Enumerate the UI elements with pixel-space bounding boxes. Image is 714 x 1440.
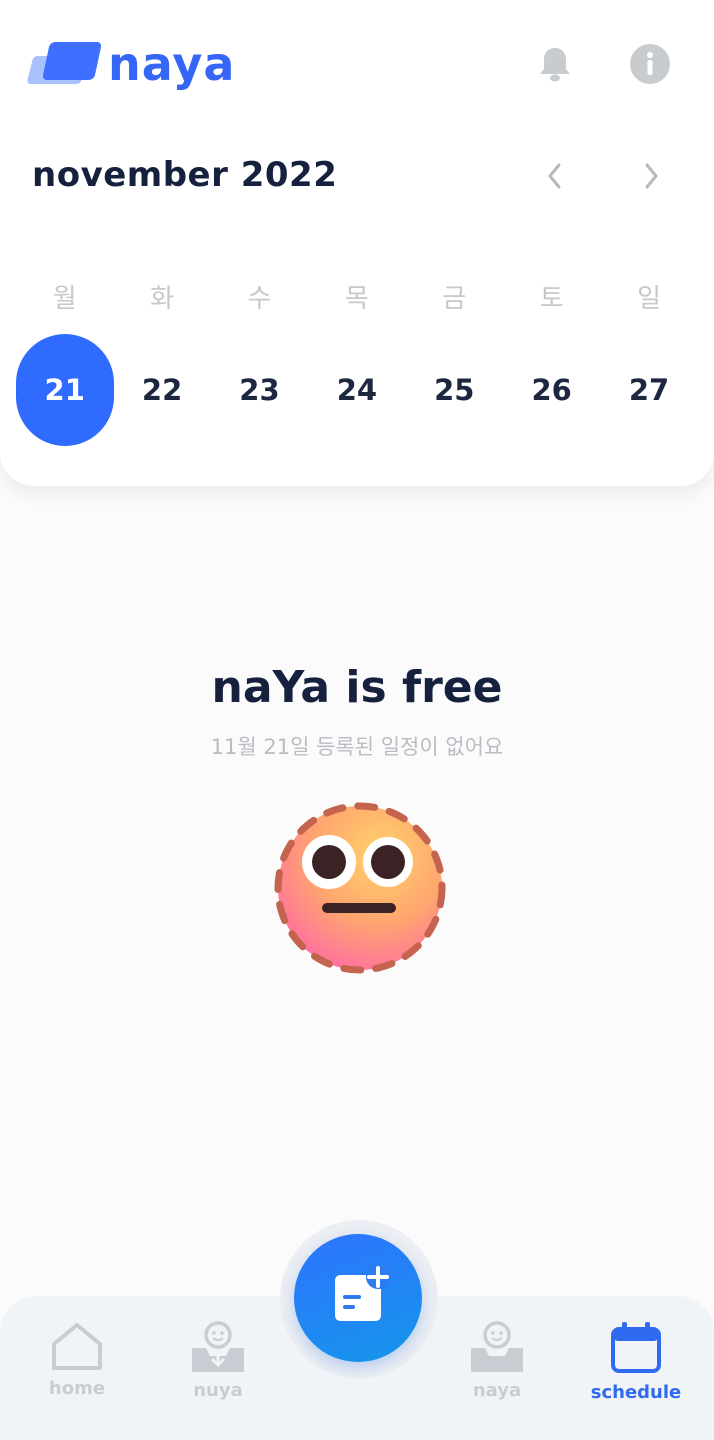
day-number[interactable]: 26: [503, 334, 601, 446]
calendar-header-card: naya november 2022 월 21 화 22 수 23 목 24 금…: [0, 0, 714, 486]
add-note-icon: [335, 1265, 390, 1321]
nav-naya-label: naya: [472, 1380, 522, 1401]
day-number[interactable]: 23: [210, 334, 308, 446]
day-number[interactable]: 21: [15, 334, 114, 446]
empty-state-title: naYa is free: [211, 662, 503, 713]
info-icon: [630, 44, 670, 84]
info-button[interactable]: [622, 36, 678, 92]
day-number[interactable]: 27: [600, 334, 698, 446]
inbox-face-icon: [192, 1321, 244, 1372]
calendar-icon: [611, 1322, 661, 1373]
nav-nuya-label: nuya: [193, 1380, 243, 1401]
day-cell[interactable]: 일 27: [600, 276, 697, 446]
weekday-label: 목: [344, 284, 369, 314]
bell-icon: [540, 48, 570, 82]
nav-naya[interactable]: naya: [442, 1320, 552, 1420]
nav-home-label: home: [48, 1378, 106, 1399]
day-cell[interactable]: 수 23: [211, 276, 308, 446]
day-cell[interactable]: 토 26: [503, 276, 600, 446]
day-number[interactable]: 24: [308, 334, 406, 446]
weekday-label: 월: [52, 284, 77, 314]
nav-nuya[interactable]: nuya: [163, 1320, 273, 1420]
add-schedule-button[interactable]: [294, 1234, 422, 1362]
week-strip: 월 21 화 22 수 23 목 24 금 25 토 26 일 27: [15, 276, 698, 446]
empty-state-subtitle: 11월 21일 등록된 일정이 없어요: [210, 735, 504, 759]
day-number[interactable]: 22: [113, 334, 211, 446]
inbox-face-icon: [471, 1321, 523, 1372]
day-cell[interactable]: 월 21: [15, 276, 114, 446]
chevron-right-icon: [645, 163, 658, 189]
chevron-left-icon: [548, 163, 561, 189]
weekday-label: 화: [150, 284, 175, 314]
notifications-button[interactable]: [527, 36, 583, 92]
weekday-label: 금: [442, 284, 467, 314]
next-week-button[interactable]: [627, 152, 675, 200]
nav-schedule[interactable]: schedule: [581, 1320, 691, 1420]
day-cell[interactable]: 목 24: [308, 276, 405, 446]
neutral-face-emoji-icon: [274, 802, 446, 974]
weekday-label: 일: [637, 284, 661, 314]
month-title: november 2022: [32, 155, 338, 195]
previous-week-button[interactable]: [531, 152, 579, 200]
day-cell[interactable]: 금 25: [406, 276, 503, 446]
home-icon: [52, 1323, 102, 1370]
day-cell[interactable]: 화 22: [113, 276, 210, 446]
weekday-label: 수: [247, 284, 272, 314]
day-number[interactable]: 25: [405, 334, 503, 446]
nav-home[interactable]: home: [22, 1320, 132, 1420]
logo-mark: [26, 42, 103, 86]
weekday-label: 토: [539, 284, 564, 314]
app-logo: naya: [26, 37, 236, 91]
nav-schedule-label: schedule: [590, 1382, 682, 1403]
logo-text: naya: [108, 37, 236, 91]
app-screen: naya november 2022 월 21 화 22 수 23 목 24 금…: [0, 0, 714, 1440]
